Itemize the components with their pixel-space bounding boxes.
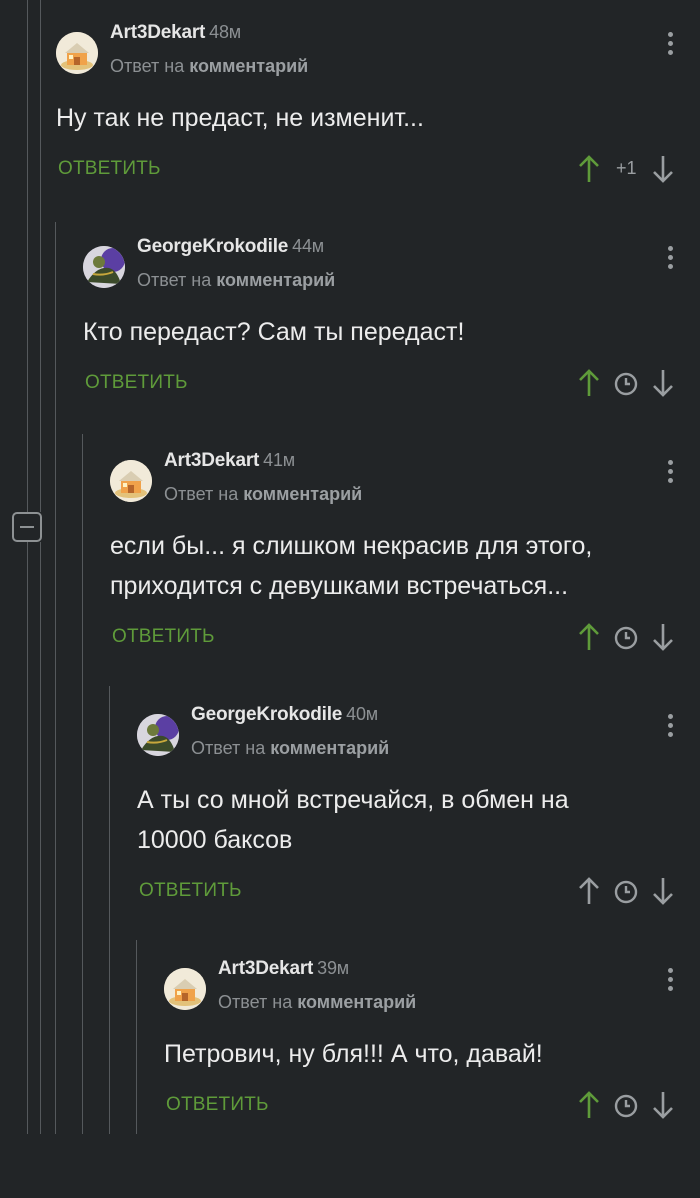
avatar[interactable] xyxy=(83,246,125,288)
comment-time: 39м xyxy=(317,958,349,978)
clock-icon[interactable] xyxy=(614,880,638,904)
vote-area xyxy=(576,622,676,652)
vote-area: +1 xyxy=(576,154,676,184)
rating-count: +1 xyxy=(616,158,637,178)
reply-to: Ответ на комментарий xyxy=(110,56,308,77)
cottage-avatar-icon xyxy=(110,460,152,502)
reply-button[interactable]: ОТВЕТИТЬ xyxy=(139,880,242,902)
more-vertical-icon[interactable] xyxy=(668,714,674,742)
reply-button[interactable]: ОТВЕТИТЬ xyxy=(58,158,161,180)
comment-text: Петрович, ну бля!!! А что, давай! xyxy=(164,1040,543,1068)
arrow-down-icon[interactable] xyxy=(650,368,676,398)
reply-to: Ответ на комментарий xyxy=(164,484,362,505)
thread-line xyxy=(27,0,28,512)
vote-area xyxy=(576,876,676,906)
arrow-up-icon[interactable] xyxy=(576,1090,602,1120)
comment: Art3Dekart 48м Ответ на комментарий Ну та… xyxy=(56,22,700,262)
author-name[interactable]: GeorgeKrokodile 40м xyxy=(191,704,378,726)
avatar[interactable] xyxy=(110,460,152,502)
parent-comment-link[interactable]: комментарий xyxy=(189,56,308,76)
arrow-up-icon[interactable] xyxy=(576,154,602,184)
more-vertical-icon[interactable] xyxy=(668,32,674,60)
comment-time: 44м xyxy=(292,236,324,256)
avatar[interactable] xyxy=(137,714,179,756)
arrow-up-icon[interactable] xyxy=(576,876,602,906)
thread-line xyxy=(82,434,83,1134)
clock-icon[interactable] xyxy=(614,626,638,650)
arrow-up-icon[interactable] xyxy=(576,622,602,652)
author-name[interactable]: GeorgeKrokodile 44м xyxy=(137,236,324,258)
arrow-up-icon[interactable] xyxy=(576,368,602,398)
reply-button[interactable]: ОТВЕТИТЬ xyxy=(112,626,215,648)
comment-time: 41м xyxy=(263,450,295,470)
vote-area xyxy=(576,1090,676,1120)
comment: GeorgeKrokodile 40м Ответ на комментарий … xyxy=(137,704,700,944)
comment: Art3Dekart 39м Ответ на комментарий Петро… xyxy=(164,958,700,1198)
comment: GeorgeKrokodile 44м Ответ на комментарий … xyxy=(83,236,700,476)
thread-line xyxy=(27,542,28,1134)
comment-text: Кто передаст? Сам ты передаст! xyxy=(83,318,465,346)
reply-prefix: Ответ на xyxy=(164,484,239,504)
cottage-avatar-icon xyxy=(56,32,98,74)
thread-line xyxy=(55,222,56,1134)
parent-comment-link[interactable]: комментарий xyxy=(243,484,362,504)
reply-button[interactable]: ОТВЕТИТЬ xyxy=(166,1094,269,1116)
crocodile-avatar-icon xyxy=(137,714,179,756)
thread-line xyxy=(40,0,41,512)
arrow-down-icon[interactable] xyxy=(650,154,676,184)
arrow-down-icon[interactable] xyxy=(650,622,676,652)
thread-line xyxy=(136,940,137,1134)
more-vertical-icon[interactable] xyxy=(668,460,674,488)
clock-icon[interactable] xyxy=(614,372,638,396)
arrow-down-icon[interactable] xyxy=(650,1090,676,1120)
avatar[interactable] xyxy=(56,32,98,74)
comment: Art3Dekart 41м Ответ на комментарий если … xyxy=(110,450,700,690)
reply-button[interactable]: ОТВЕТИТЬ xyxy=(85,372,188,394)
clock-icon[interactable] xyxy=(614,1094,638,1118)
reply-to: Ответ на комментарий xyxy=(137,270,335,291)
more-vertical-icon[interactable] xyxy=(668,968,674,996)
reply-to: Ответ на комментарий xyxy=(218,992,416,1013)
parent-comment-link[interactable]: комментарий xyxy=(216,270,335,290)
comment-time: 48м xyxy=(209,22,241,42)
comment-time: 40м xyxy=(346,704,378,724)
author-name[interactable]: Art3Dekart 48м xyxy=(110,22,241,44)
reply-prefix: Ответ на xyxy=(137,270,212,290)
parent-comment-link[interactable]: комментарий xyxy=(270,738,389,758)
author-name[interactable]: Art3Dekart 41м xyxy=(164,450,295,472)
thread-line xyxy=(109,686,110,1134)
reply-to: Ответ на комментарий xyxy=(191,738,389,759)
parent-comment-link[interactable]: комментарий xyxy=(297,992,416,1012)
vote-area xyxy=(576,368,676,398)
more-vertical-icon[interactable] xyxy=(668,246,674,274)
comment-text: А ты со мной встречайся, в обмен на 1000… xyxy=(137,786,569,854)
avatar[interactable] xyxy=(164,968,206,1010)
crocodile-avatar-icon xyxy=(83,246,125,288)
cottage-avatar-icon xyxy=(164,968,206,1010)
reply-prefix: Ответ на xyxy=(191,738,266,758)
reply-prefix: Ответ на xyxy=(218,992,293,1012)
arrow-down-icon[interactable] xyxy=(650,876,676,906)
comment-text: Ну так не предаст, не изменит... xyxy=(56,104,424,132)
collapse-thread-button[interactable] xyxy=(12,512,42,542)
thread-line xyxy=(40,542,41,1134)
author-name[interactable]: Art3Dekart 39м xyxy=(218,958,349,980)
comment-text: если бы... я слишком некрасив для этого,… xyxy=(110,532,593,600)
reply-prefix: Ответ на xyxy=(110,56,185,76)
